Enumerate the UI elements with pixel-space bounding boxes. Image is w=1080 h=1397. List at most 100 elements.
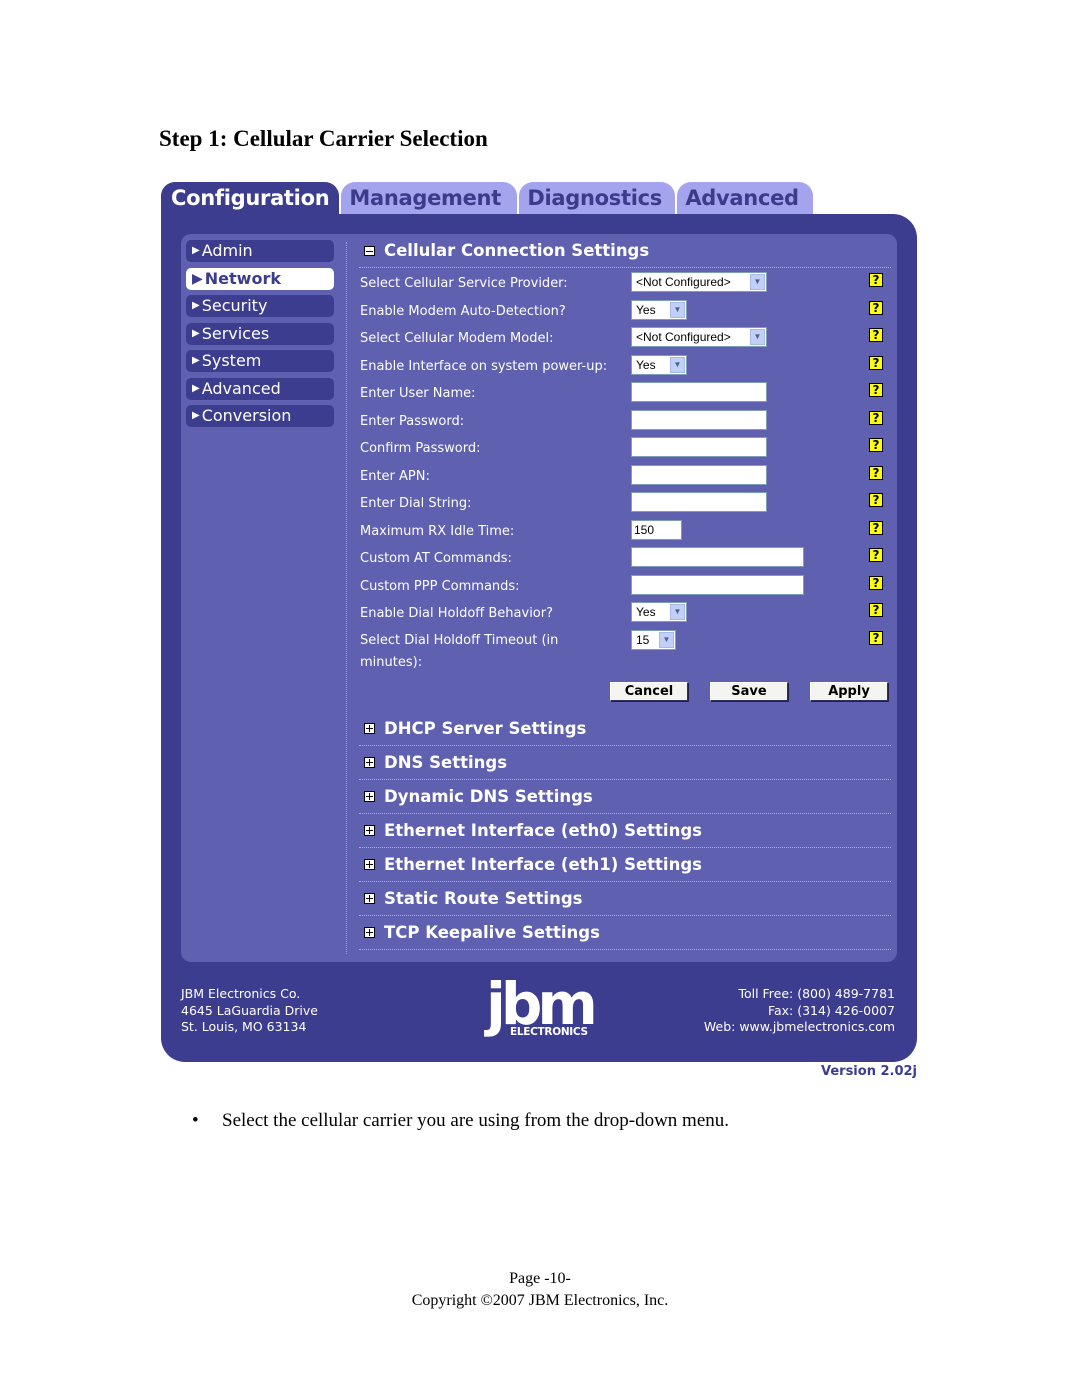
section-header-static-route[interactable]: Static Route Settings: [359, 882, 891, 916]
instruction-bullet: • Select the cellular carrier you are us…: [192, 1110, 729, 1132]
section-header-eth1[interactable]: Ethernet Interface (eth1) Settings: [359, 848, 891, 882]
chevron-down-icon[interactable]: ▼: [659, 631, 674, 648]
apply-button[interactable]: Apply: [810, 681, 888, 701]
help-icon[interactable]: ?: [869, 438, 883, 452]
fax-number: Fax: (314) 426-0007: [767, 1002, 895, 1018]
help-icon[interactable]: ?: [869, 575, 883, 590]
help-icon[interactable]: ?: [869, 383, 883, 397]
field-label: Enter Password:: [360, 413, 465, 429]
custom-at-commands-input[interactable]: [631, 547, 804, 567]
help-icon[interactable]: ?: [869, 603, 883, 617]
field-label: Confirm Password:: [360, 441, 481, 456]
confirm-password-input[interactable]: [631, 437, 767, 457]
form-row-dial-holdoff: Enable Dial Holdoff Behavior? Yes ▼ ?: [359, 600, 891, 628]
section-header-dhcp[interactable]: DHCP Server Settings: [359, 712, 891, 746]
rx-idle-time-input[interactable]: [631, 519, 682, 540]
page-number: Page -10-: [509, 1270, 571, 1287]
chevron-down-icon[interactable]: ▼: [670, 356, 685, 373]
chevron-down-icon[interactable]: ▼: [750, 274, 765, 290]
plus-box-icon[interactable]: [364, 790, 375, 802]
cancel-button[interactable]: Cancel: [610, 681, 688, 701]
form-row-service-provider: Select Cellular Service Provider: <Not C…: [359, 270, 891, 298]
tab-advanced[interactable]: Advanced: [677, 182, 814, 214]
form-row-rx-idle-time: Maximum RX Idle Time: ?: [359, 518, 891, 546]
custom-ppp-commands-input[interactable]: [631, 574, 804, 595]
form-row-modem-model: Select Cellular Modem Model: <Not Config…: [359, 325, 891, 353]
section-title: Cellular Connection Settings: [384, 241, 650, 260]
help-icon[interactable]: ?: [869, 465, 883, 480]
sidebar-item-conversion[interactable]: ▶ Conversion: [186, 405, 334, 427]
jbm-logo: jbm ELECTRONICS: [486, 970, 604, 1042]
help-icon[interactable]: ?: [869, 520, 883, 535]
modem-auto-detect-select[interactable]: Yes ▼: [631, 299, 687, 320]
sidebar-item-label: Security: [201, 296, 268, 315]
help-icon[interactable]: ?: [869, 630, 883, 645]
cellular-settings-form: Select Cellular Service Provider: <Not C…: [359, 270, 891, 712]
field-label: Enter User Name:: [360, 386, 476, 401]
sidebar-item-admin[interactable]: ▶ Admin: [186, 240, 334, 262]
user-name-input[interactable]: [631, 382, 767, 402]
password-input[interactable]: [631, 409, 767, 430]
settings-content: Cellular Connection Settings Select Cell…: [359, 234, 891, 950]
instruction-text: Select the cellular carrier you are usin…: [222, 1110, 730, 1131]
section-header-dns[interactable]: DNS Settings: [359, 746, 891, 780]
tab-diagnostics[interactable]: Diagnostics: [519, 182, 676, 214]
plus-box-icon[interactable]: [364, 858, 375, 870]
help-icon[interactable]: ?: [869, 410, 883, 425]
select-value: 15: [636, 632, 650, 647]
triangle-right-icon: ▶: [192, 382, 200, 394]
modem-model-select[interactable]: <Not Configured> ▼: [631, 327, 767, 347]
section-header-tcp-keepalive[interactable]: TCP Keepalive Settings: [359, 916, 891, 950]
help-icon[interactable]: ?: [869, 493, 883, 507]
sidebar-item-label: Network: [204, 268, 281, 288]
sidebar-item-label: Admin: [201, 241, 253, 260]
sidebar-item-security[interactable]: ▶ Security: [186, 295, 334, 317]
field-label: Enable Interface on system power-up:: [360, 358, 608, 374]
company-contact: Toll Free: (800) 489-7781 Fax: (314) 426…: [704, 986, 895, 1036]
section-header-cellular[interactable]: Cellular Connection Settings: [359, 234, 891, 268]
holdoff-timeout-select[interactable]: 15 ▼: [631, 629, 676, 650]
bullet-icon: •: [192, 1110, 199, 1131]
sidebar-item-network[interactable]: ▶ Network: [186, 267, 334, 290]
logo-wordmark: jbm: [486, 970, 598, 1038]
plus-box-icon[interactable]: [364, 926, 375, 938]
select-value: <Not Configured>: [636, 330, 731, 344]
plus-box-icon[interactable]: [364, 756, 375, 768]
section-title: Ethernet Interface (eth0) Settings: [384, 820, 702, 840]
apn-input[interactable]: [631, 464, 767, 485]
section-header-dynamic-dns[interactable]: Dynamic DNS Settings: [359, 780, 891, 814]
save-button[interactable]: Save: [710, 681, 788, 701]
help-icon[interactable]: ?: [869, 355, 883, 370]
form-row-holdoff-timeout: Select Dial Holdoff Timeout (in minutes)…: [359, 628, 891, 672]
dial-string-input[interactable]: [631, 492, 767, 512]
help-icon[interactable]: ?: [869, 548, 883, 562]
sidebar-item-system[interactable]: ▶ System: [186, 350, 334, 372]
minus-box-icon[interactable]: [364, 245, 375, 256]
field-label: Enter Dial String:: [360, 496, 472, 511]
tab-management[interactable]: Management: [341, 182, 518, 214]
chevron-down-icon[interactable]: ▼: [670, 301, 685, 318]
section-title: DNS Settings: [384, 752, 508, 772]
form-row-dial-string: Enter Dial String: ?: [359, 490, 891, 518]
form-row-confirm-password: Confirm Password: ?: [359, 435, 891, 463]
service-provider-select[interactable]: <Not Configured> ▼: [631, 272, 767, 292]
field-label: Enable Dial Holdoff Behavior?: [360, 606, 554, 621]
help-icon[interactable]: ?: [869, 300, 883, 315]
sidebar-item-advanced[interactable]: ▶ Advanced: [186, 377, 334, 400]
field-label: Custom PPP Commands:: [360, 578, 520, 594]
enable-interface-select[interactable]: Yes ▼: [631, 354, 687, 375]
plus-box-icon[interactable]: [364, 824, 375, 836]
triangle-right-icon: ▶: [192, 300, 200, 311]
field-label: Enable Modem Auto-Detection?: [360, 303, 566, 319]
chevron-down-icon[interactable]: ▼: [750, 329, 765, 345]
section-title: TCP Keepalive Settings: [384, 922, 600, 942]
plus-box-icon[interactable]: [364, 722, 375, 734]
plus-box-icon[interactable]: [364, 892, 375, 904]
tab-configuration[interactable]: Configuration: [161, 182, 340, 216]
help-icon[interactable]: ?: [869, 328, 883, 342]
chevron-down-icon[interactable]: ▼: [670, 604, 685, 620]
section-header-eth0[interactable]: Ethernet Interface (eth0) Settings: [359, 814, 891, 848]
dial-holdoff-select[interactable]: Yes ▼: [631, 602, 687, 622]
help-icon[interactable]: ?: [869, 273, 883, 287]
sidebar-item-services[interactable]: ▶ Services: [186, 322, 334, 345]
